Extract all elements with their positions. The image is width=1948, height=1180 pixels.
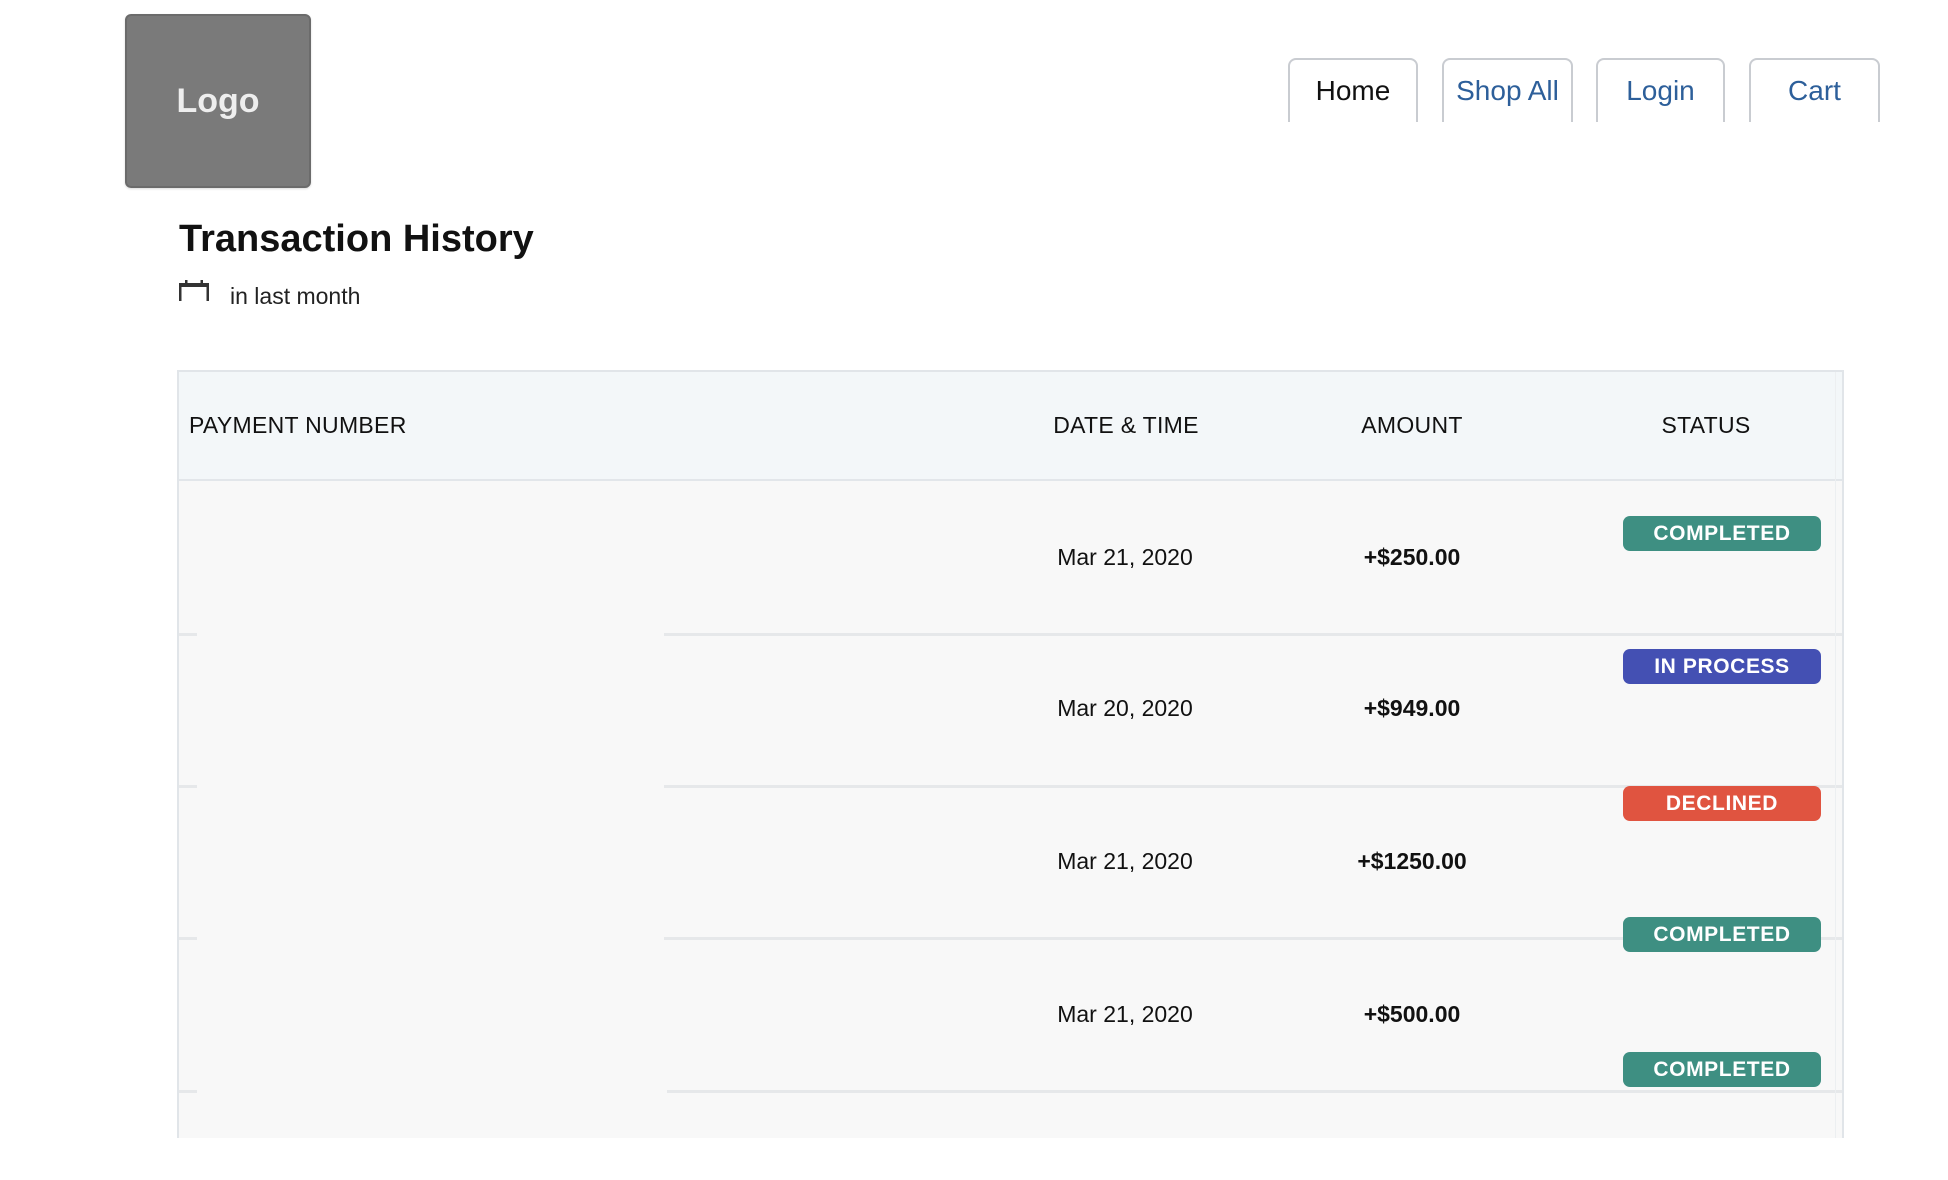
date-cell: Mar 20, 2020: [1057, 695, 1193, 721]
amount-cell: +$500.00: [1363, 1001, 1461, 1027]
date-cell: Mar 21, 2020: [1057, 544, 1193, 570]
date-filter-label: in last month: [230, 283, 361, 309]
page-title: Transaction History: [179, 218, 534, 260]
table-header: PAYMENT NUMBER DATE & TIME AMOUNT STATUS: [179, 372, 1842, 481]
transaction-table: PAYMENT NUMBER DATE & TIME AMOUNT STATUS…: [177, 370, 1844, 1138]
row-divider: [664, 633, 1842, 636]
date-cell: Mar 21, 2020: [1057, 848, 1193, 874]
nav-tab-cart[interactable]: Cart: [1749, 58, 1880, 122]
row-divider: [667, 1090, 1842, 1093]
nav-tab-home[interactable]: Home: [1288, 58, 1418, 122]
nav-tab-home-label: Home: [1315, 75, 1391, 106]
amount-cell: +$1250.00: [1357, 848, 1467, 874]
table-scroll-edge: [1835, 372, 1836, 1138]
status-badge: COMPLETED: [1623, 917, 1821, 952]
row-divider: [179, 937, 197, 940]
status-badge-label: IN PROCESS: [1654, 654, 1790, 678]
status-badge: IN PROCESS: [1623, 649, 1821, 684]
page: Logo Home Shop All Login Cart Transactio…: [0, 0, 1948, 1180]
date-filter[interactable]: in last month: [178, 279, 361, 310]
row-divider: [179, 1090, 197, 1093]
status-badge: DECLINED: [1623, 786, 1821, 821]
date-cell: Mar 21, 2020: [1057, 1001, 1193, 1027]
column-header-amount[interactable]: AMOUNT: [1312, 412, 1512, 439]
status-badge: COMPLETED: [1623, 516, 1821, 551]
nav-tab-login[interactable]: Login: [1596, 58, 1725, 122]
logo[interactable]: Logo: [125, 14, 311, 188]
status-badge-label: COMPLETED: [1653, 922, 1791, 946]
status-badge-label: COMPLETED: [1653, 521, 1791, 545]
logo-label: Logo: [176, 81, 260, 120]
nav-tab-login-label: Login: [1626, 75, 1695, 106]
amount-cell: +$250.00: [1363, 544, 1461, 570]
nav-tab-shop-all-label: Shop All: [1456, 75, 1559, 106]
row-divider: [179, 785, 197, 788]
amount-cell: +$949.00: [1363, 695, 1461, 721]
status-badge-label: DECLINED: [1665, 791, 1779, 815]
calendar-icon: [179, 279, 209, 301]
nav-tab-cart-label: Cart: [1788, 75, 1841, 106]
column-header-status[interactable]: STATUS: [1606, 412, 1806, 439]
status-badge: COMPLETED: [1623, 1052, 1821, 1087]
status-badge-label: COMPLETED: [1653, 1057, 1791, 1081]
nav-tab-shop-all[interactable]: Shop All: [1442, 58, 1573, 122]
column-header-date-time[interactable]: DATE & TIME: [1028, 412, 1224, 439]
column-header-payment-number[interactable]: PAYMENT NUMBER: [189, 412, 407, 439]
row-divider: [179, 633, 197, 636]
